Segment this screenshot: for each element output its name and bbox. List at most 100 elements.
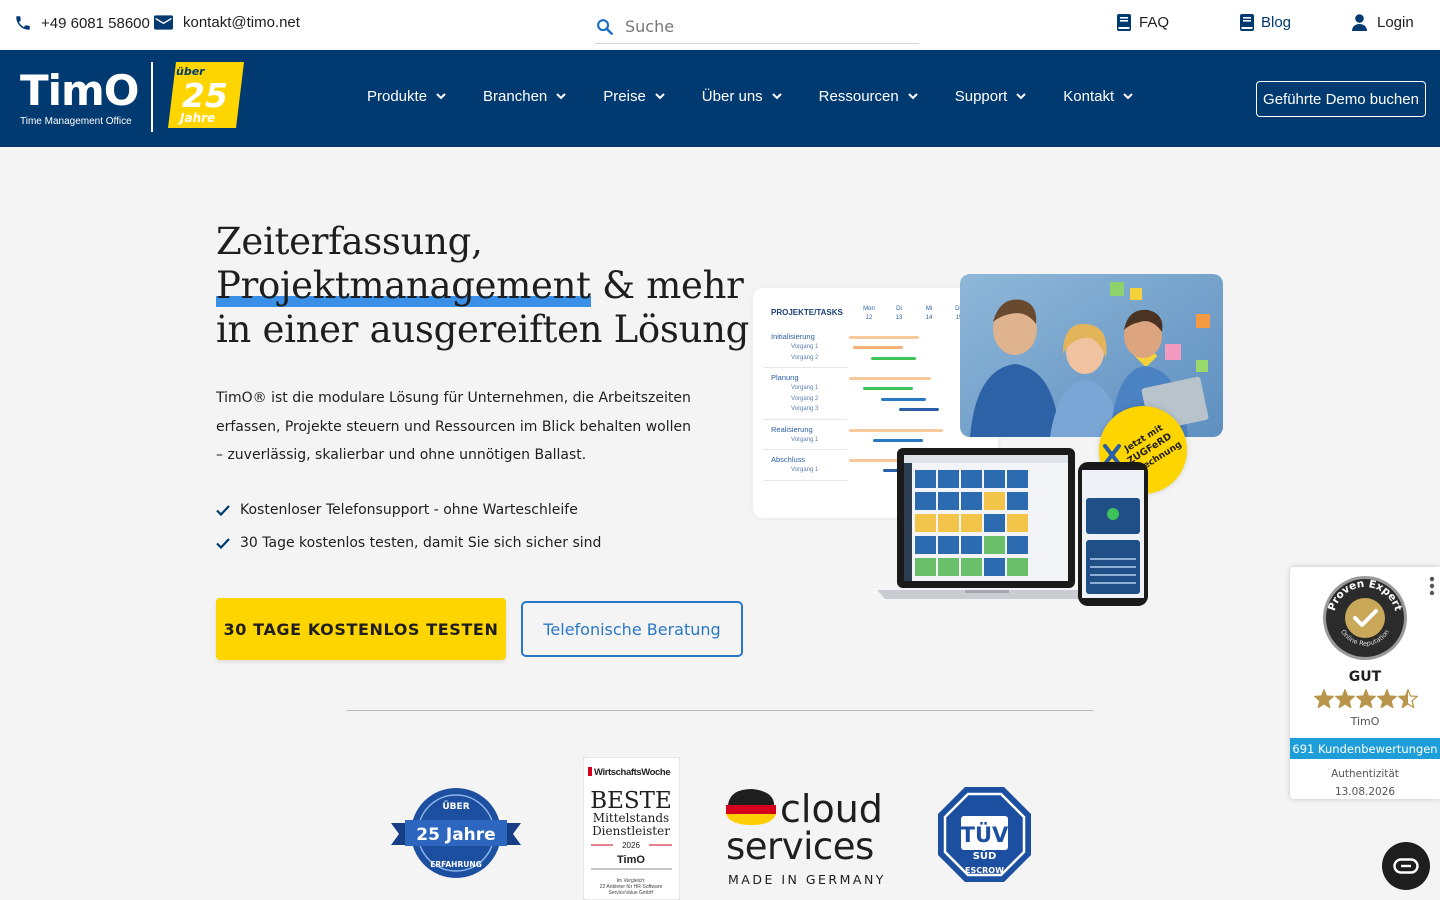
calendar-cell — [984, 536, 1005, 554]
hero-title-line2: & mehr — [590, 264, 744, 307]
calendar-cell — [915, 492, 936, 510]
calendar-cell — [984, 470, 1005, 488]
badge-top-label: ÜBER — [442, 801, 469, 812]
gantt-task-bar — [881, 397, 926, 401]
star-rating — [1314, 689, 1419, 708]
chevron-down-icon — [1123, 93, 1133, 100]
faq-link[interactable]: FAQ — [1117, 14, 1169, 31]
calendar-cell — [1007, 536, 1028, 554]
blog-link[interactable]: Blog — [1240, 14, 1291, 31]
nav-item-label: Über uns — [701, 88, 763, 105]
calendar-cell — [938, 492, 959, 510]
calendar-cell — [938, 536, 959, 554]
calendar-cell — [1007, 514, 1028, 532]
star-full-icon — [1377, 689, 1397, 708]
anniversary-badge: über 25 Jahre — [168, 62, 244, 128]
calendar-cell — [915, 536, 936, 554]
login-link[interactable]: Login — [1352, 14, 1414, 31]
hero-title: Zeiterfassung, Projektmanagement & mehr … — [216, 220, 749, 352]
nav-item-ressourcen[interactable]: Ressourcen — [819, 88, 918, 105]
phone-number: +49 6081 58600 — [41, 14, 150, 32]
free-trial-button[interactable]: 30 TAGE KOSTENLOS TESTEN — [216, 598, 506, 660]
calendar-cell — [1007, 558, 1028, 576]
timo-logo[interactable]: TimO Time Management Office — [20, 66, 140, 128]
section-divider — [347, 710, 1093, 711]
nav-item-label: Kontakt — [1063, 88, 1115, 105]
tuv-main: TÜV — [961, 822, 1009, 847]
phone-link[interactable]: +49 6081 58600 — [14, 14, 150, 32]
gantt-day-header: Di 13 — [889, 305, 909, 323]
phone-consultation-button[interactable]: Telefonische Beratung — [521, 601, 743, 657]
nav-item-label: Support — [954, 88, 1008, 105]
badge-main-label: 25 Jahre — [416, 825, 495, 845]
nav-item-label: Preise — [603, 88, 646, 105]
tuv-sub: SÜD — [973, 848, 997, 862]
nav-menu: Produkte Branchen Preise Über uns Ressourcen… — [367, 88, 1170, 105]
authenticity-info: Authentizität 13.08.2026 — [1290, 765, 1440, 801]
blog-label: Blog — [1261, 14, 1292, 31]
benefit-item: 30 Tage kostenlos testen, damit Sie sich… — [216, 532, 601, 554]
gantt-task-bar — [871, 356, 916, 360]
gantt-day-header: Mon 12 — [859, 305, 879, 323]
reviews-count-link[interactable]: 691 Kundenbewertungen — [1290, 738, 1440, 759]
wiwo-company: TimO — [617, 854, 645, 866]
wiwo-line2: Mittelstands — [593, 811, 669, 825]
gantt-group-bar — [849, 336, 919, 339]
nav-item-branchen[interactable]: Branchen — [483, 88, 566, 105]
chat-icon — [1393, 858, 1419, 874]
cloud-services-badge: cloud services MADE IN GERMANY — [726, 787, 883, 887]
chevron-down-icon — [1016, 93, 1026, 100]
calendar-cell — [961, 514, 982, 532]
wiwo-brand: WirtschaftsWoche — [594, 767, 670, 778]
chevron-down-icon — [908, 93, 918, 100]
gantt-day-number: 13 — [895, 315, 903, 321]
gantt-day-header: Mi 14 — [919, 305, 939, 323]
more-options-icon[interactable] — [1429, 576, 1435, 596]
chevron-down-icon — [436, 93, 446, 100]
star-half-icon — [1398, 689, 1418, 708]
logo-subtitle: Time Management Office — [20, 116, 132, 127]
calendar-cell — [961, 558, 982, 576]
nav-item-kontakt[interactable]: Kontakt — [1063, 88, 1133, 105]
calendar-cell — [984, 514, 1005, 532]
gantt-task-label: Vorgang 1 — [791, 385, 819, 391]
gantt-separator — [763, 479, 847, 481]
wiwo-year: 2026 — [622, 841, 640, 850]
nav-item-produkte[interactable]: Produkte — [367, 88, 446, 105]
gantt-separator — [763, 367, 847, 368]
badge-bottom-label: ERFAHRUNG — [430, 860, 482, 869]
phone-icon — [16, 16, 30, 30]
gantt-header: PROJEKTE/TASKS — [771, 308, 843, 317]
nav-item-support[interactable]: Support — [955, 88, 1027, 105]
wiwo-line3: Dienstleister — [592, 824, 670, 838]
gantt-separator — [763, 449, 847, 450]
gantt-day-name: Mon — [863, 306, 875, 312]
nav-item-preise[interactable]: Preise — [603, 88, 665, 105]
wirtschaftswoche-award: WirtschaftsWoche BESTE Mittelstands Dien… — [583, 757, 680, 900]
search-input[interactable] — [625, 17, 905, 36]
email-link[interactable]: kontakt@timo.net — [154, 14, 300, 31]
chevron-down-icon — [655, 93, 665, 100]
rating-label: GUT — [1348, 669, 1382, 685]
logo-divider — [151, 62, 153, 132]
top-bar: +49 6081 58600 kontakt@timo.net FAQ Blog… — [0, 0, 1440, 50]
chat-button[interactable] — [1382, 842, 1430, 890]
calendar-cell — [984, 492, 1005, 510]
calendar-cell — [938, 514, 959, 532]
calendar-cell — [961, 492, 982, 510]
gantt-group-label: Initialisierung — [771, 332, 815, 341]
hero-description: TimO® ist die modulare Lösung für Untern… — [216, 390, 692, 463]
gantt-group-bar — [849, 377, 931, 380]
gantt-group-bar — [849, 428, 943, 432]
book-icon — [1117, 14, 1131, 31]
nav-item-über-uns[interactable]: Über uns — [702, 88, 782, 105]
search-icon[interactable] — [596, 18, 613, 35]
gantt-group-label: Planung — [771, 373, 799, 382]
benefit-text: Kostenloser Telefonsupport - ohne Wartes… — [240, 502, 578, 518]
demo-booking-button[interactable]: Geführte Demo buchen — [1256, 81, 1426, 117]
cloud-line2: services — [726, 825, 874, 868]
chevron-down-icon — [556, 93, 566, 100]
proven-expert-widget[interactable]: Proven Expert Online Reputation GUT TimO… — [1290, 567, 1440, 799]
calendar-cell — [961, 536, 982, 554]
logo-wordmark: TimO — [20, 66, 140, 115]
